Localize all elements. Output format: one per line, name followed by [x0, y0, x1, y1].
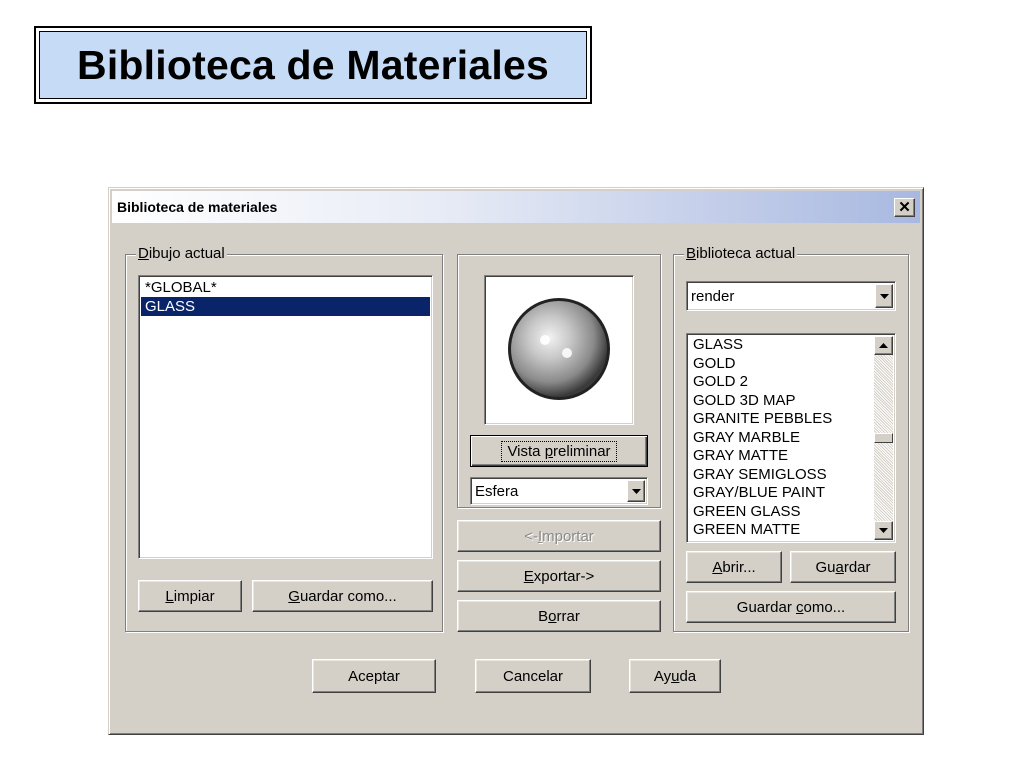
list-item[interactable]: GOLD — [689, 355, 873, 374]
library-save-as-button[interactable]: Guardar como... — [686, 591, 896, 623]
current-library-group: Biblioteca actual render GLASS GOLD GOLD… — [673, 245, 909, 632]
chevron-down-icon[interactable] — [627, 480, 645, 502]
slide-title-frame: Biblioteca de Materiales — [34, 26, 592, 104]
export-button[interactable]: Exportar-> — [457, 560, 661, 592]
chevron-down-icon[interactable] — [875, 284, 893, 308]
list-item[interactable]: GRAY MATTE — [689, 447, 873, 466]
delete-button[interactable]: Borrar — [457, 600, 661, 632]
current-library-legend: Biblioteca actual — [684, 245, 798, 263]
help-button[interactable]: Ayuda — [629, 659, 721, 693]
list-item[interactable]: GLASS — [689, 336, 873, 355]
preview-button[interactable]: Vista preliminar — [470, 435, 648, 467]
material-library-dialog: Biblioteca de materiales ✕ Dibujo actual… — [108, 187, 924, 735]
cancel-button[interactable]: Cancelar — [475, 659, 591, 693]
library-scrollbar[interactable] — [874, 336, 893, 540]
preview-group: Vista preliminar Esfera — [457, 254, 661, 508]
preview-shape-value: Esfera — [475, 482, 519, 500]
drawing-save-as-button[interactable]: Guardar como... — [252, 580, 433, 612]
close-button[interactable]: ✕ — [894, 198, 915, 217]
open-library-button[interactable]: Abrir... — [686, 551, 782, 583]
current-drawing-list[interactable]: *GLOBAL* GLASS — [138, 275, 433, 559]
list-item[interactable]: GREEN GLASS — [689, 503, 873, 522]
list-item[interactable]: *GLOBAL* — [141, 278, 430, 297]
dialog-title: Biblioteca de materiales — [117, 199, 278, 215]
list-item[interactable]: GRAY MARBLE — [689, 429, 873, 448]
library-select[interactable]: render — [686, 281, 896, 311]
list-item[interactable]: GRANITE PEBBLES — [689, 410, 873, 429]
library-materials-list[interactable]: GLASS GOLD GOLD 2 GOLD 3D MAP GRANITE PE… — [686, 333, 896, 543]
library-value: render — [691, 287, 735, 305]
clear-button[interactable]: Limpiar — [138, 580, 242, 612]
ok-button[interactable]: Aceptar — [312, 659, 436, 693]
close-icon: ✕ — [898, 199, 911, 216]
scroll-up-icon[interactable] — [874, 336, 893, 355]
preview-shape-select[interactable]: Esfera — [470, 477, 648, 505]
current-drawing-group: Dibujo actual *GLOBAL* GLASS Limpiar Gua… — [125, 245, 443, 632]
scroll-down-icon[interactable] — [874, 521, 893, 540]
sphere-preview-icon — [508, 298, 610, 400]
list-item[interactable]: GREEN MATTE — [689, 521, 873, 540]
list-item[interactable]: GLASS — [141, 297, 430, 316]
list-item[interactable]: GRAY/BLUE PAINT — [689, 484, 873, 503]
list-item[interactable]: GRAY SEMIGLOSS — [689, 466, 873, 485]
scroll-thumb[interactable] — [874, 433, 893, 443]
list-item[interactable]: GOLD 2 — [689, 373, 873, 392]
save-library-button[interactable]: Guardar — [790, 551, 896, 583]
preview-pane — [484, 275, 634, 425]
import-button[interactable]: <-Importar — [457, 520, 661, 552]
current-drawing-legend: Dibujo actual — [136, 245, 227, 263]
slide-title: Biblioteca de Materiales — [39, 31, 587, 99]
dialog-titlebar[interactable]: Biblioteca de materiales ✕ — [112, 191, 920, 223]
list-item[interactable]: GOLD 3D MAP — [689, 392, 873, 411]
